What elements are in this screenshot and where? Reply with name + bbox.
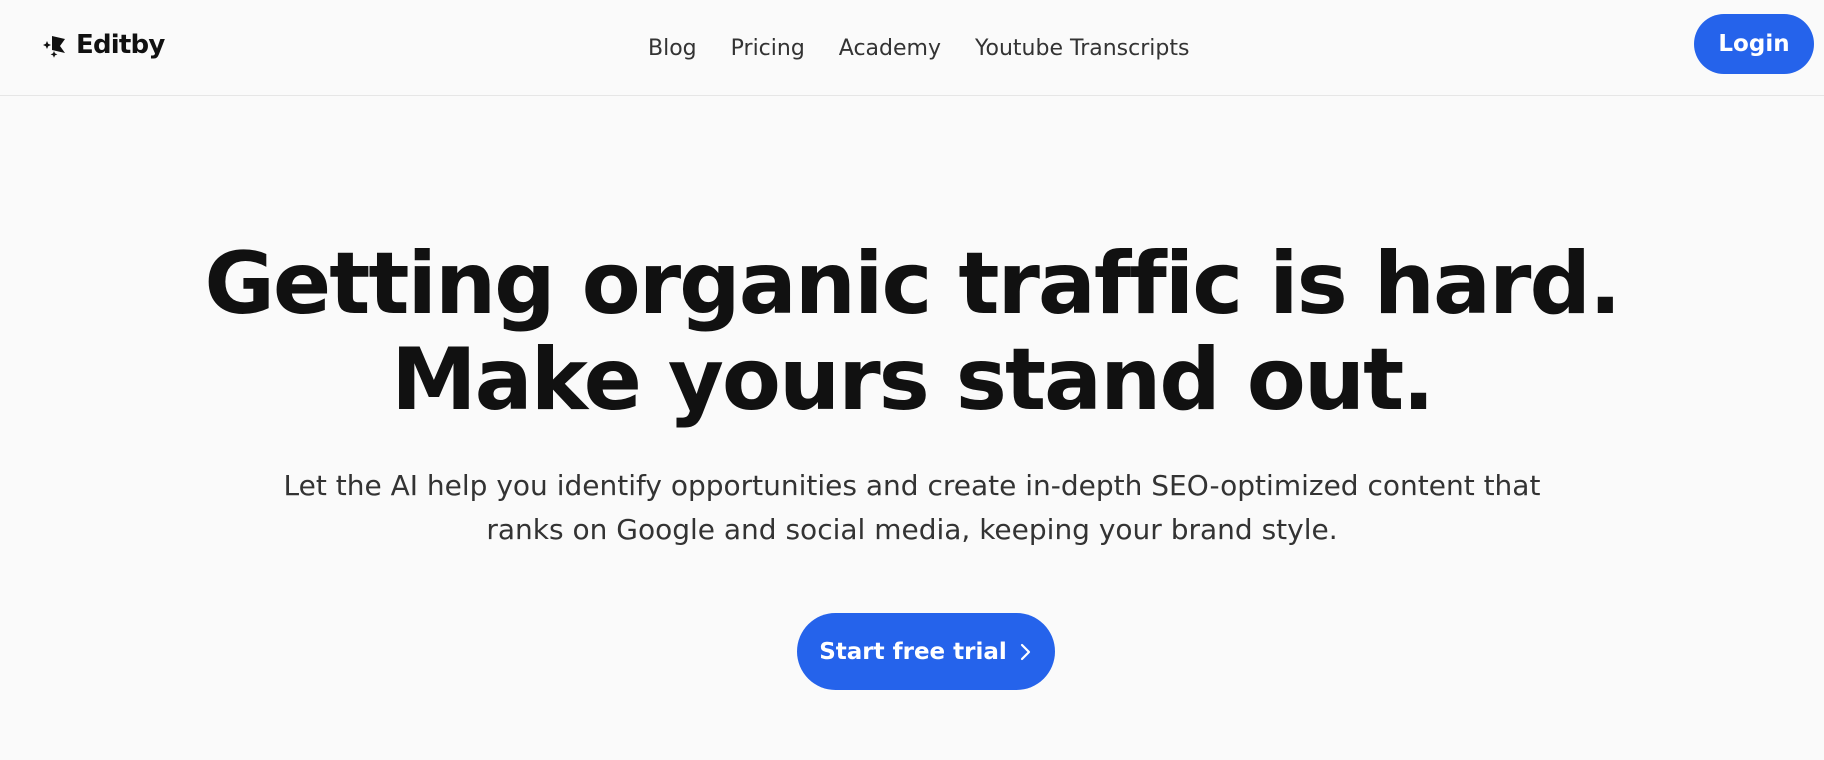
editby-logo-icon bbox=[43, 36, 65, 58]
hero-subtitle: Let the AI help you identify opportuniti… bbox=[0, 464, 1824, 552]
hero-title-line-1: Getting organic traffic is hard. bbox=[204, 234, 1621, 334]
hero-title: Getting organic traffic is hard. Make yo… bbox=[0, 236, 1824, 428]
nav-link-pricing[interactable]: Pricing bbox=[731, 36, 805, 61]
nav-link-academy[interactable]: Academy bbox=[839, 36, 941, 61]
site-logo[interactable]: Editby bbox=[38, 28, 165, 62]
hero-title-line-2: Make yours stand out. bbox=[391, 330, 1435, 430]
nav-link-blog[interactable]: Blog bbox=[648, 36, 697, 61]
nav-link-youtube-transcripts[interactable]: Youtube Transcripts bbox=[975, 36, 1189, 61]
logo-text: Editby bbox=[76, 30, 165, 60]
main-nav: Blog Pricing Academy Youtube Transcripts bbox=[648, 0, 1189, 96]
chevron-right-icon bbox=[1020, 643, 1030, 660]
start-free-trial-button[interactable]: Start free trial bbox=[797, 613, 1055, 690]
hero-subtitle-line-2: ranks on Google and social media, keepin… bbox=[486, 513, 1338, 546]
hero-subtitle-line-1: Let the AI help you identify opportuniti… bbox=[283, 469, 1541, 502]
login-button[interactable]: Login bbox=[1694, 14, 1814, 74]
cta-label: Start free trial bbox=[819, 638, 1007, 665]
site-header: Editby Blog Pricing Academy Youtube Tran… bbox=[0, 0, 1824, 96]
